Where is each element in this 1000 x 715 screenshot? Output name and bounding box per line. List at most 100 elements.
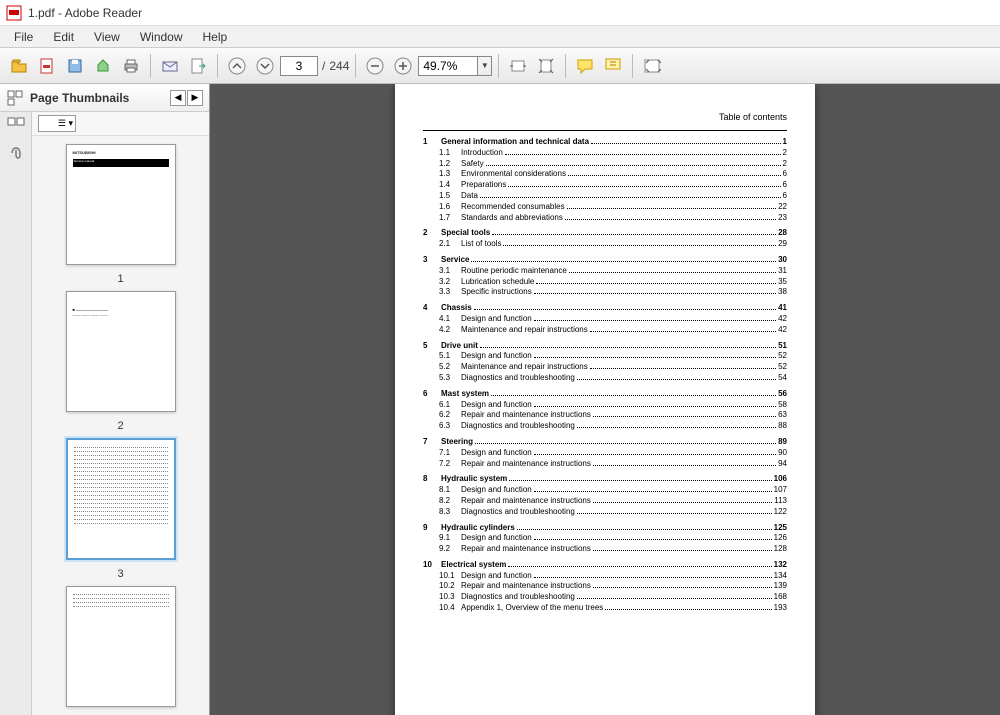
toc-item-title: Maintenance and repair instructions: [461, 325, 588, 336]
toc-item-num: 10.1: [439, 571, 461, 582]
toc-item-title: Data: [461, 191, 478, 202]
toc-item-title: Diagnostics and troubleshooting: [461, 592, 575, 603]
toc-item-page: 90: [778, 448, 787, 459]
toc-item-num: 3.3: [439, 287, 461, 298]
page-down-button[interactable]: [252, 53, 278, 79]
thumb1-brand: MITSUBISHI: [73, 151, 169, 156]
toc-item-num: 10.4: [439, 603, 461, 614]
toc-item-title: Diagnostics and troubleshooting: [461, 421, 575, 432]
toc-item-page: 126: [774, 533, 787, 544]
window-title: 1.pdf - Adobe Reader: [28, 6, 142, 20]
thumbnails-next-button[interactable]: ▶: [187, 90, 203, 106]
thumbnail-page-1[interactable]: MITSUBISHI Service manual: [66, 144, 176, 265]
toc-item-num: 8.1: [439, 485, 461, 496]
toc-item-num: 6.3: [439, 421, 461, 432]
toc-item-page: 31: [778, 266, 787, 277]
tool-read-mode[interactable]: [639, 53, 665, 79]
toc-item-page: 134: [774, 571, 787, 582]
toc-item-page: 113: [774, 496, 787, 507]
thumbnail-page-2[interactable]: ■ —————————— —— —— ——: [66, 291, 176, 412]
zoom-dropdown[interactable]: ▼: [478, 56, 492, 76]
toc-item-title: Preparations: [461, 180, 506, 191]
zoom-out-button[interactable]: [362, 53, 388, 79]
toc-item-page: 122: [774, 507, 787, 518]
menu-window[interactable]: Window: [130, 28, 193, 46]
thumbnails-tab-icon[interactable]: [6, 116, 26, 136]
toc-item-title: Repair and maintenance instructions: [461, 459, 591, 470]
page-rule: [423, 130, 787, 131]
navigation-strip: [0, 112, 32, 715]
toc-item-page: 42: [778, 325, 787, 336]
toc-item-num: 10.2: [439, 581, 461, 592]
thumbnails-title: Page Thumbnails: [30, 91, 169, 105]
toolbar-separator: [565, 54, 566, 78]
tool-export[interactable]: [185, 53, 211, 79]
document-area[interactable]: Table of contents 1General information a…: [210, 84, 1000, 715]
toc-section-num: 1: [423, 137, 441, 148]
attachments-tab-icon[interactable]: [6, 142, 26, 162]
menu-help[interactable]: Help: [193, 28, 238, 46]
toc-section-title: Hydraulic cylinders: [441, 523, 515, 534]
thumbnails-list[interactable]: MITSUBISHI Service manual 1 ■ ——————————…: [32, 136, 209, 715]
total-pages: 244: [329, 59, 349, 73]
thumbnails-prev-button[interactable]: ◀: [170, 90, 186, 106]
tool-fit-page[interactable]: [533, 53, 559, 79]
toc-section-title: Special tools: [441, 228, 490, 239]
toolbar-separator: [150, 54, 151, 78]
toc-item-page: 2: [783, 159, 787, 170]
toc-item-page: 128: [774, 544, 787, 555]
tool-save[interactable]: [62, 53, 88, 79]
toc-item-page: 23: [778, 213, 787, 224]
tool-highlight[interactable]: [600, 53, 626, 79]
zoom-input[interactable]: [418, 56, 478, 76]
toc-item-title: Recommended consumables: [461, 202, 565, 213]
tool-print[interactable]: [118, 53, 144, 79]
page-header: Table of contents: [423, 112, 787, 124]
thumbnail-page-4[interactable]: [66, 586, 176, 707]
toc-item-num: 5.3: [439, 373, 461, 384]
toc-item-title: Repair and maintenance instructions: [461, 410, 591, 421]
page-indicator: / 244: [280, 56, 349, 76]
toc-item-num: 6.2: [439, 410, 461, 421]
toc-section-page: 132: [774, 560, 787, 571]
toc-section-page: 30: [778, 255, 787, 266]
page-up-button[interactable]: [224, 53, 250, 79]
toc-item-num: 4.2: [439, 325, 461, 336]
toc-section-num: 9: [423, 523, 441, 534]
toc-section-title: General information and technical data: [441, 137, 589, 148]
toc-item-title: Design and function: [461, 351, 532, 362]
toc-item-num: 4.1: [439, 314, 461, 325]
toc-section-page: 56: [778, 389, 787, 400]
tool-fit-width[interactable]: [505, 53, 531, 79]
toc-item-title: Maintenance and repair instructions: [461, 362, 588, 373]
thumbnails-options-dropdown[interactable]: ☰ ▾: [38, 115, 76, 132]
thumbnail-number: 3: [117, 568, 123, 580]
tool-email[interactable]: [157, 53, 183, 79]
toc-item-num: 1.6: [439, 202, 461, 213]
thumbnails-toolbar: ☰ ▾: [32, 112, 209, 136]
title-bar: 1.pdf - Adobe Reader: [0, 0, 1000, 26]
zoom-in-button[interactable]: [390, 53, 416, 79]
toc-item-num: 7.1: [439, 448, 461, 459]
menu-edit[interactable]: Edit: [43, 28, 84, 46]
toc-item-page: 58: [778, 400, 787, 411]
current-page-input[interactable]: [280, 56, 318, 76]
toolbar-separator: [498, 54, 499, 78]
tool-create-pdf[interactable]: [34, 53, 60, 79]
toc-item-title: Routine periodic maintenance: [461, 266, 567, 277]
main-area: Page Thumbnails ◀ ▶ ☰ ▾ MITSUBISHI Servi…: [0, 84, 1000, 715]
toc-item-page: 29: [778, 239, 787, 250]
thumbnail-page-3[interactable]: [66, 438, 176, 559]
menu-view[interactable]: View: [84, 28, 130, 46]
toc-item-title: List of tools: [461, 239, 501, 250]
toc-section-page: 1: [783, 137, 787, 148]
tool-open-file[interactable]: [6, 53, 32, 79]
toc-section-title: Mast system: [441, 389, 489, 400]
toc-item-num: 5.1: [439, 351, 461, 362]
tool-share[interactable]: [90, 53, 116, 79]
toc-section-title: Hydraulic system: [441, 474, 507, 485]
toc-item-title: Design and function: [461, 448, 532, 459]
menu-file[interactable]: File: [4, 28, 43, 46]
thumbnail-number: 2: [117, 420, 123, 432]
tool-comment[interactable]: [572, 53, 598, 79]
